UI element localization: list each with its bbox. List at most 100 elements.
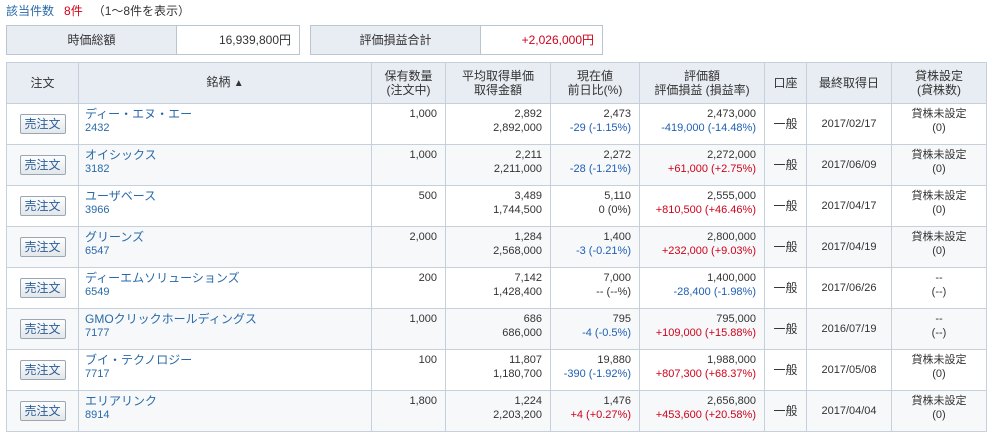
stock-name-link[interactable]: グリーンズ (85, 230, 371, 244)
account-type: 一般 (764, 390, 807, 432)
valuation: 2,555,000 (707, 190, 756, 202)
average-price: 11,807 (509, 354, 542, 366)
price-cell: 1,476 +4 (+0.27%) (550, 390, 640, 432)
day-change: 0 (0%) (598, 204, 631, 216)
market-value: 16,939,800円 (177, 26, 299, 54)
profit-loss: +61,000 (+2.75%) (667, 163, 756, 175)
pl-total-value: +2,026,000円 (481, 26, 602, 54)
lending-setting: 貸株未設定 (911, 108, 967, 120)
stock-name-link[interactable]: エリアリンク (85, 394, 371, 408)
valuation-cell: 2,473,000 -419,000 (-14.48%) (639, 103, 765, 145)
quantity-cell: 100 (371, 349, 446, 391)
lending-count: (0) (932, 409, 946, 421)
account-type: 一般 (764, 308, 807, 350)
acquisition-cost: 2,211,000 (493, 163, 542, 175)
lending-count: (--) (931, 286, 947, 298)
pl-total-label: 評価損益合計 (311, 26, 481, 54)
lending-cell: 貸株未設定 (0) (891, 349, 987, 391)
sell-order-button[interactable]: 売注文 (19, 237, 66, 257)
sell-order-button[interactable]: 売注文 (19, 360, 66, 380)
acquisition-cost: 1,744,500 (493, 204, 542, 216)
average-cost-cell: 2,211 2,211,000 (445, 144, 551, 186)
quantity: 1,000 (409, 149, 437, 161)
average-price: 3,489 (514, 190, 542, 202)
day-change: -- (--%) (596, 286, 631, 298)
average-price: 686 (523, 313, 542, 325)
lending-cell: -- (--) (891, 308, 987, 350)
stock-code[interactable]: 6549 (85, 285, 371, 299)
stock-code[interactable]: 8914 (85, 408, 371, 422)
stock-name-cell: ユーザベース 3966 (78, 185, 372, 227)
last-acquired-date: 2017/05/08 (806, 349, 892, 391)
lending-setting: -- (935, 313, 943, 325)
stock-name-link[interactable]: GMOクリックホールディングス (85, 312, 371, 326)
quantity: 1,800 (409, 395, 437, 407)
table-header-row: 注文 銘柄 ▲ 保有数量 (注文中) 平均取得単価 取得金額 現在値 前日比(%) 評… (6, 62, 987, 104)
stock-code[interactable]: 3182 (85, 162, 371, 176)
price-cell: 795 -4 (-0.5%) (550, 308, 640, 350)
lending-count: (0) (932, 368, 946, 380)
table-row: 売注文 GMOクリックホールディングス 7177 1,000 686 686,000 795… (6, 308, 987, 350)
stock-name-cell: GMOクリックホールディングス 7177 (78, 308, 372, 350)
stock-name-link[interactable]: ユーザベース (85, 189, 371, 203)
quantity-cell: 1,000 (371, 308, 446, 350)
sell-order-button[interactable]: 売注文 (19, 196, 66, 216)
col-lending: 貸株設定 (貸株数) (891, 62, 987, 104)
table-row: 売注文 エリアリンク 8914 1,800 1,224 2,203,200 1,476 +4 … (6, 390, 987, 432)
lending-cell: 貸株未設定 (0) (891, 185, 987, 227)
stock-name-link[interactable]: ディー・エヌ・エー (85, 107, 371, 121)
stock-code[interactable]: 7177 (85, 326, 371, 340)
acquisition-cost: 1,180,700 (493, 368, 542, 380)
quantity: 1,000 (409, 313, 437, 325)
account-type: 一般 (764, 226, 807, 268)
lending-count: (0) (932, 122, 946, 134)
stock-code[interactable]: 2432 (85, 121, 371, 135)
stock-code[interactable]: 3966 (85, 203, 371, 217)
stock-code[interactable]: 6547 (85, 244, 371, 258)
day-change: -3 (-0.21%) (575, 245, 631, 257)
market-value-box: 時価総額 16,939,800円 (6, 25, 300, 55)
lending-cell: 貸株未設定 (0) (891, 103, 987, 145)
last-acquired-date: 2016/07/19 (806, 308, 892, 350)
lending-setting: 貸株未設定 (911, 395, 967, 407)
day-change: -4 (-0.5%) (582, 327, 631, 339)
price-cell: 5,110 0 (0%) (550, 185, 640, 227)
acquisition-cost: 2,892,000 (493, 122, 542, 134)
sell-order-button[interactable]: 売注文 (19, 401, 66, 421)
average-cost-cell: 3,489 1,744,500 (445, 185, 551, 227)
day-change: -29 (-1.15%) (569, 122, 631, 134)
stock-name-cell: エリアリンク 8914 (78, 390, 372, 432)
lending-cell: 貸株未設定 (0) (891, 226, 987, 268)
col-name-sort[interactable]: 銘柄 ▲ (78, 62, 372, 104)
table-row: 売注文 ディー・エヌ・エー 2432 1,000 2,892 2,892,000 2,473… (6, 103, 987, 145)
valuation-cell: 2,656,800 +453,600 (+20.58%) (639, 390, 765, 432)
valuation-cell: 2,800,000 +232,000 (+9.03%) (639, 226, 765, 268)
current-price: 7,000 (603, 272, 631, 284)
stock-name-link[interactable]: オイシックス (85, 148, 371, 162)
col-last-acquired: 最終取得日 (806, 62, 892, 104)
current-price: 1,476 (603, 395, 631, 407)
valuation-cell: 795,000 +109,000 (+15.88%) (639, 308, 765, 350)
sell-order-button[interactable]: 売注文 (19, 278, 66, 298)
profit-loss: +810,500 (+46.46%) (655, 204, 756, 216)
table-row: 売注文 ディーエムソリューションズ 6549 200 7,142 1,428,400 7,0… (6, 267, 987, 309)
sell-order-button[interactable]: 売注文 (19, 155, 66, 175)
account-type: 一般 (764, 144, 807, 186)
price-cell: 19,880 -390 (-1.92%) (550, 349, 640, 391)
col-average-cost: 平均取得単価 取得金額 (445, 62, 551, 104)
profit-loss: +109,000 (+15.88%) (655, 327, 756, 339)
lending-count: (0) (932, 245, 946, 257)
last-acquired-date: 2017/04/19 (806, 226, 892, 268)
lending-setting: -- (935, 272, 943, 284)
average-cost-cell: 1,224 2,203,200 (445, 390, 551, 432)
sell-order-button[interactable]: 売注文 (19, 319, 66, 339)
stock-name-link[interactable]: ブイ・テクノロジー (85, 353, 371, 367)
average-price: 7,142 (514, 272, 542, 284)
current-price: 2,272 (603, 149, 631, 161)
order-cell: 売注文 (6, 349, 79, 391)
price-cell: 2,272 -28 (-1.21%) (550, 144, 640, 186)
stock-name-link[interactable]: ディーエムソリューションズ (85, 271, 371, 285)
sell-order-button[interactable]: 売注文 (19, 114, 66, 134)
sort-asc-icon[interactable]: ▲ (234, 78, 244, 89)
stock-code[interactable]: 7717 (85, 367, 371, 381)
